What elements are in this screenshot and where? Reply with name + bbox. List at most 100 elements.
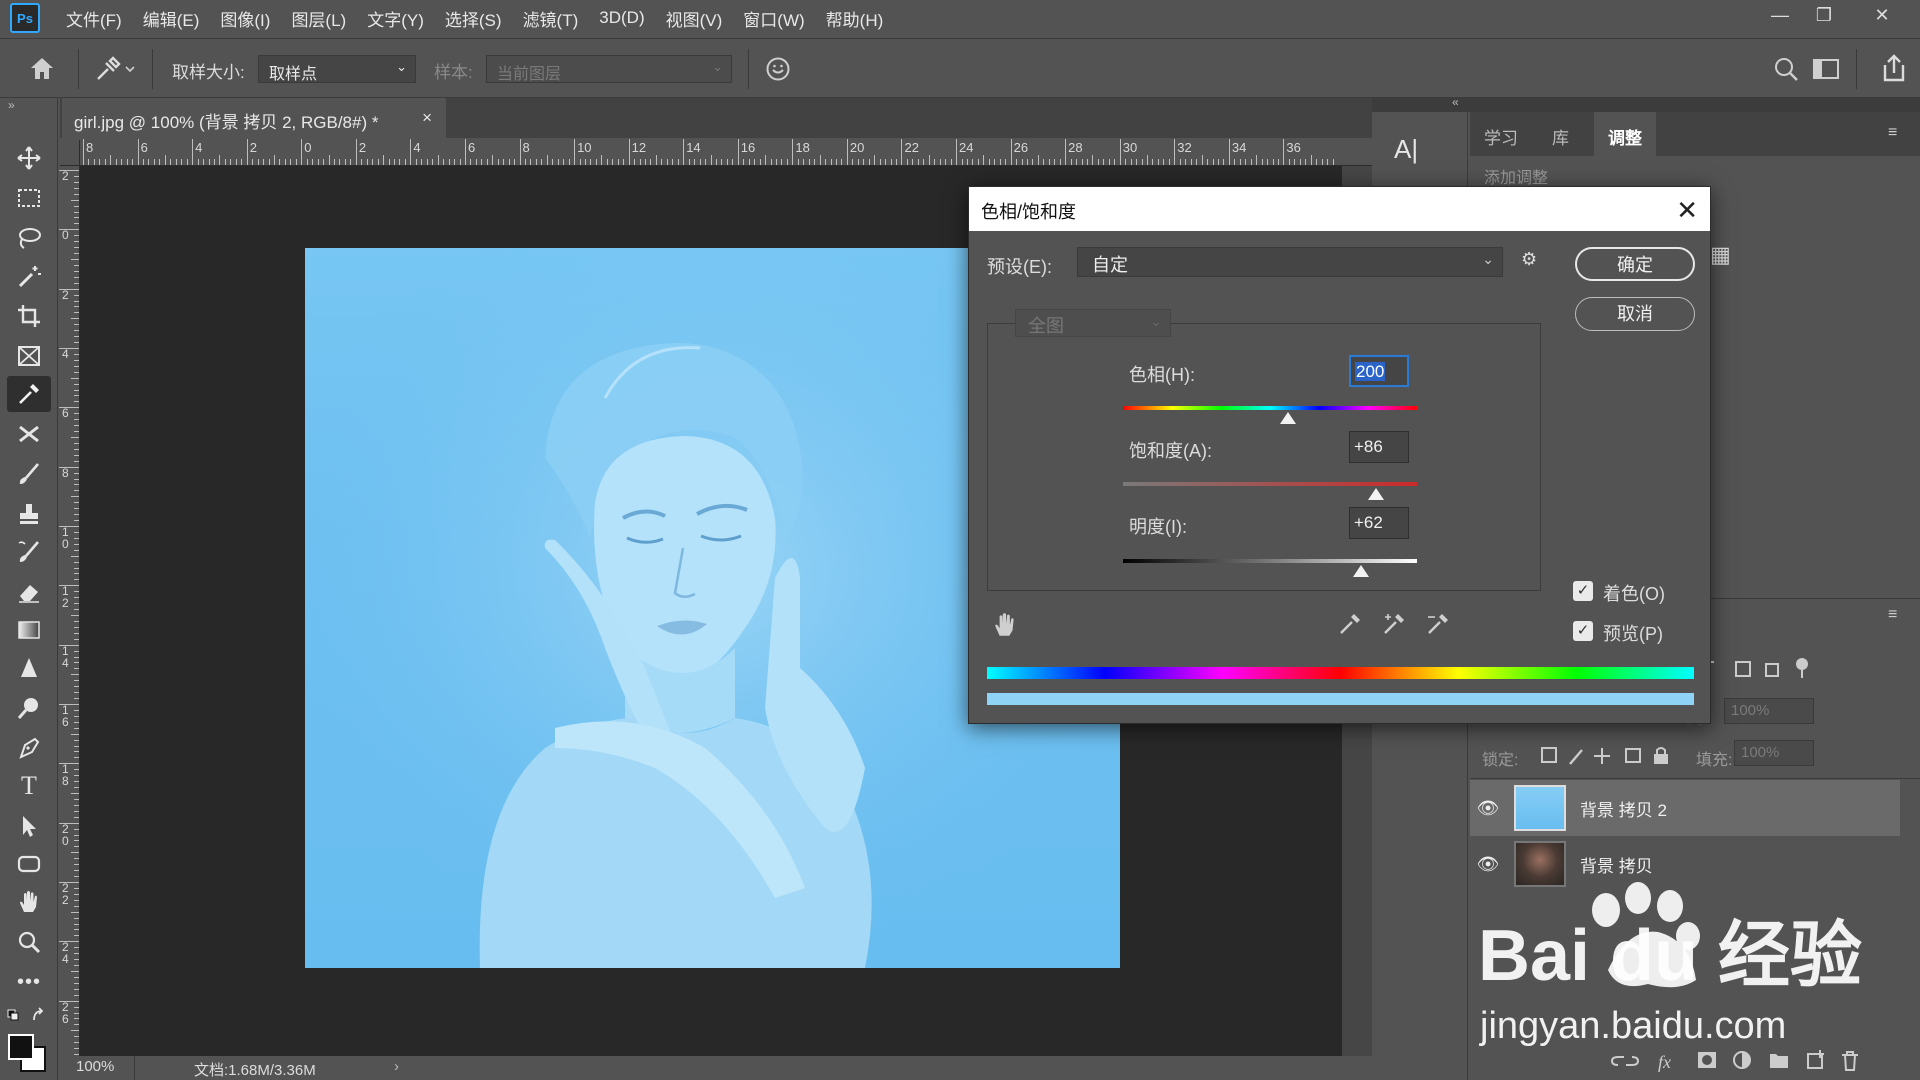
chevron-right-icon[interactable]: › [394,1058,399,1075]
document-info[interactable]: 文档:1.68M/3.36M [194,1059,316,1080]
settings-gear-icon[interactable]: ⚙ [1521,249,1537,270]
minimize-button[interactable]: — [1758,0,1802,30]
ruler-tick [74,650,79,652]
gradient-tool-icon[interactable] [7,612,51,648]
pen-tool-icon[interactable] [7,730,51,766]
dodge-tool-icon[interactable] [7,690,51,726]
magic-wand-tool-icon[interactable] [7,258,51,294]
colorize-checkbox[interactable]: ✓ [1573,581,1593,601]
ok-button[interactable]: 确定 [1575,247,1695,281]
ruler-tick-label: 8 [86,140,94,155]
opacity-field[interactable]: 100% [1724,698,1814,724]
ruler-tick [93,159,95,165]
menu-select[interactable]: 选择(S) [445,6,502,31]
sample-size-select[interactable]: 取样点 ⌄ [258,55,416,83]
table-grid-icon[interactable]: ▦ [1710,242,1731,268]
color-swatches[interactable] [8,1034,52,1078]
ruler-tick [121,159,123,165]
hue-slider-track[interactable] [1123,406,1417,410]
menu-layer[interactable]: 图层(L) [291,6,346,31]
eyedropper-plus-icon[interactable] [1381,611,1407,642]
close-window-button[interactable]: ✕ [1860,0,1904,30]
layer-row[interactable]: 👁 背景 拷贝 2 [1470,780,1900,836]
eyedropper-tool-preset-icon[interactable] [92,53,142,85]
home-icon[interactable] [28,55,58,83]
lightness-slider-track[interactable] [1123,559,1417,563]
layers-panel-menu-icon[interactable]: ≡ [1888,606,1897,624]
menu-edit[interactable]: 编辑(E) [143,6,200,31]
rectangle-tool-icon[interactable] [7,846,51,882]
eye-visibility-icon[interactable]: 👁 [1470,854,1506,875]
lightness-input[interactable]: +62 [1349,507,1409,539]
eyedropper-tool-icon[interactable] [7,376,51,412]
blur-tool-icon[interactable] [7,650,51,686]
move-tool-icon[interactable] [7,140,51,176]
menu-type[interactable]: 文字(Y) [367,6,424,31]
eraser-tool-icon[interactable] [7,574,51,610]
panel-tabs: 学习 库 调整 ≡ [1470,112,1920,156]
eye-visibility-icon[interactable]: 👁 [1470,798,1506,819]
document-tab[interactable]: girl.jpg @ 100% (背景 拷贝 2, RGB/8#) * × [62,98,446,138]
swap-colors-icon[interactable] [6,1006,46,1026]
preset-label: 预设(E): [987,257,1052,277]
targeted-adjustment-hand-icon[interactable] [991,611,1019,644]
marquee-tool-icon[interactable] [7,180,51,216]
menu-help[interactable]: 帮助(H) [826,6,884,31]
menu-view[interactable]: 视图(V) [666,6,723,31]
eyedropper-minus-icon[interactable] [1425,611,1451,642]
fill-field[interactable]: 100% [1734,740,1814,766]
workspace-icon[interactable] [1812,56,1842,84]
tab-libraries[interactable]: 库 [1538,112,1583,156]
zoom-tool-icon[interactable] [7,924,51,960]
foreground-color-swatch[interactable] [8,1034,34,1060]
close-icon[interactable]: ✕ [1676,195,1698,226]
hue-input[interactable]: 200 [1349,355,1409,387]
frame-tool-icon[interactable] [7,338,51,374]
type-tool-icon[interactable]: T [7,768,51,804]
ruler-tick [74,828,79,830]
saturation-input[interactable]: +86 [1349,431,1409,463]
lightness-slider-thumb[interactable] [1353,565,1370,577]
tab-adjustments[interactable]: 调整 [1594,112,1656,156]
ruler-origin[interactable] [60,140,80,166]
path-selection-tool-icon[interactable] [7,808,51,844]
close-icon[interactable]: × [422,108,432,128]
ruler-tick [1168,159,1170,165]
collapse-icon[interactable]: » [8,98,15,112]
share-icon[interactable] [1880,53,1910,85]
ruler-tick [650,159,652,165]
crop-tool-icon[interactable] [7,298,51,334]
saturation-slider-track[interactable] [1123,482,1417,486]
brush-tool-icon[interactable] [7,456,51,492]
menu-image[interactable]: 图像(I) [220,6,270,31]
menu-3d[interactable]: 3D(D) [599,8,644,28]
eyedropper-icon[interactable] [1337,611,1363,642]
preview-checkbox[interactable]: ✓ [1573,621,1593,641]
history-brush-tool-icon[interactable] [7,534,51,570]
hand-tool-icon[interactable] [7,884,51,920]
zoom-level[interactable]: 100% [76,1058,114,1075]
search-icon[interactable] [1772,55,1802,85]
dialog-title-bar[interactable]: 色相/饱和度 ✕ [969,187,1710,231]
menu-window[interactable]: 窗口(W) [743,6,804,31]
ruler-tick [1103,159,1105,165]
ruler-tick [59,348,79,349]
healing-brush-tool-icon[interactable] [7,416,51,452]
character-panel-icon[interactable]: A| [1394,134,1418,165]
ruler-tick [1005,159,1007,165]
cancel-button[interactable]: 取消 [1575,297,1695,331]
preset-select[interactable]: 自定 ⌄ [1077,247,1503,277]
collapse-icon[interactable]: « [1452,95,1459,109]
tab-learn[interactable]: 学习 [1470,112,1532,156]
smiley-feedback-icon[interactable] [764,55,794,85]
menu-file[interactable]: 文件(F) [66,6,122,31]
saturation-slider-thumb[interactable] [1367,488,1384,500]
hue-slider-thumb[interactable] [1279,412,1296,424]
restore-button[interactable]: ❐ [1802,0,1846,30]
clone-stamp-tool-icon[interactable] [7,496,51,532]
lasso-tool-icon[interactable] [7,220,51,256]
ruler-tick [74,626,79,628]
panel-menu-icon[interactable]: ≡ [1888,124,1897,142]
more-tools-icon[interactable]: ••• [7,964,51,1000]
menu-filter[interactable]: 滤镜(T) [523,6,579,31]
